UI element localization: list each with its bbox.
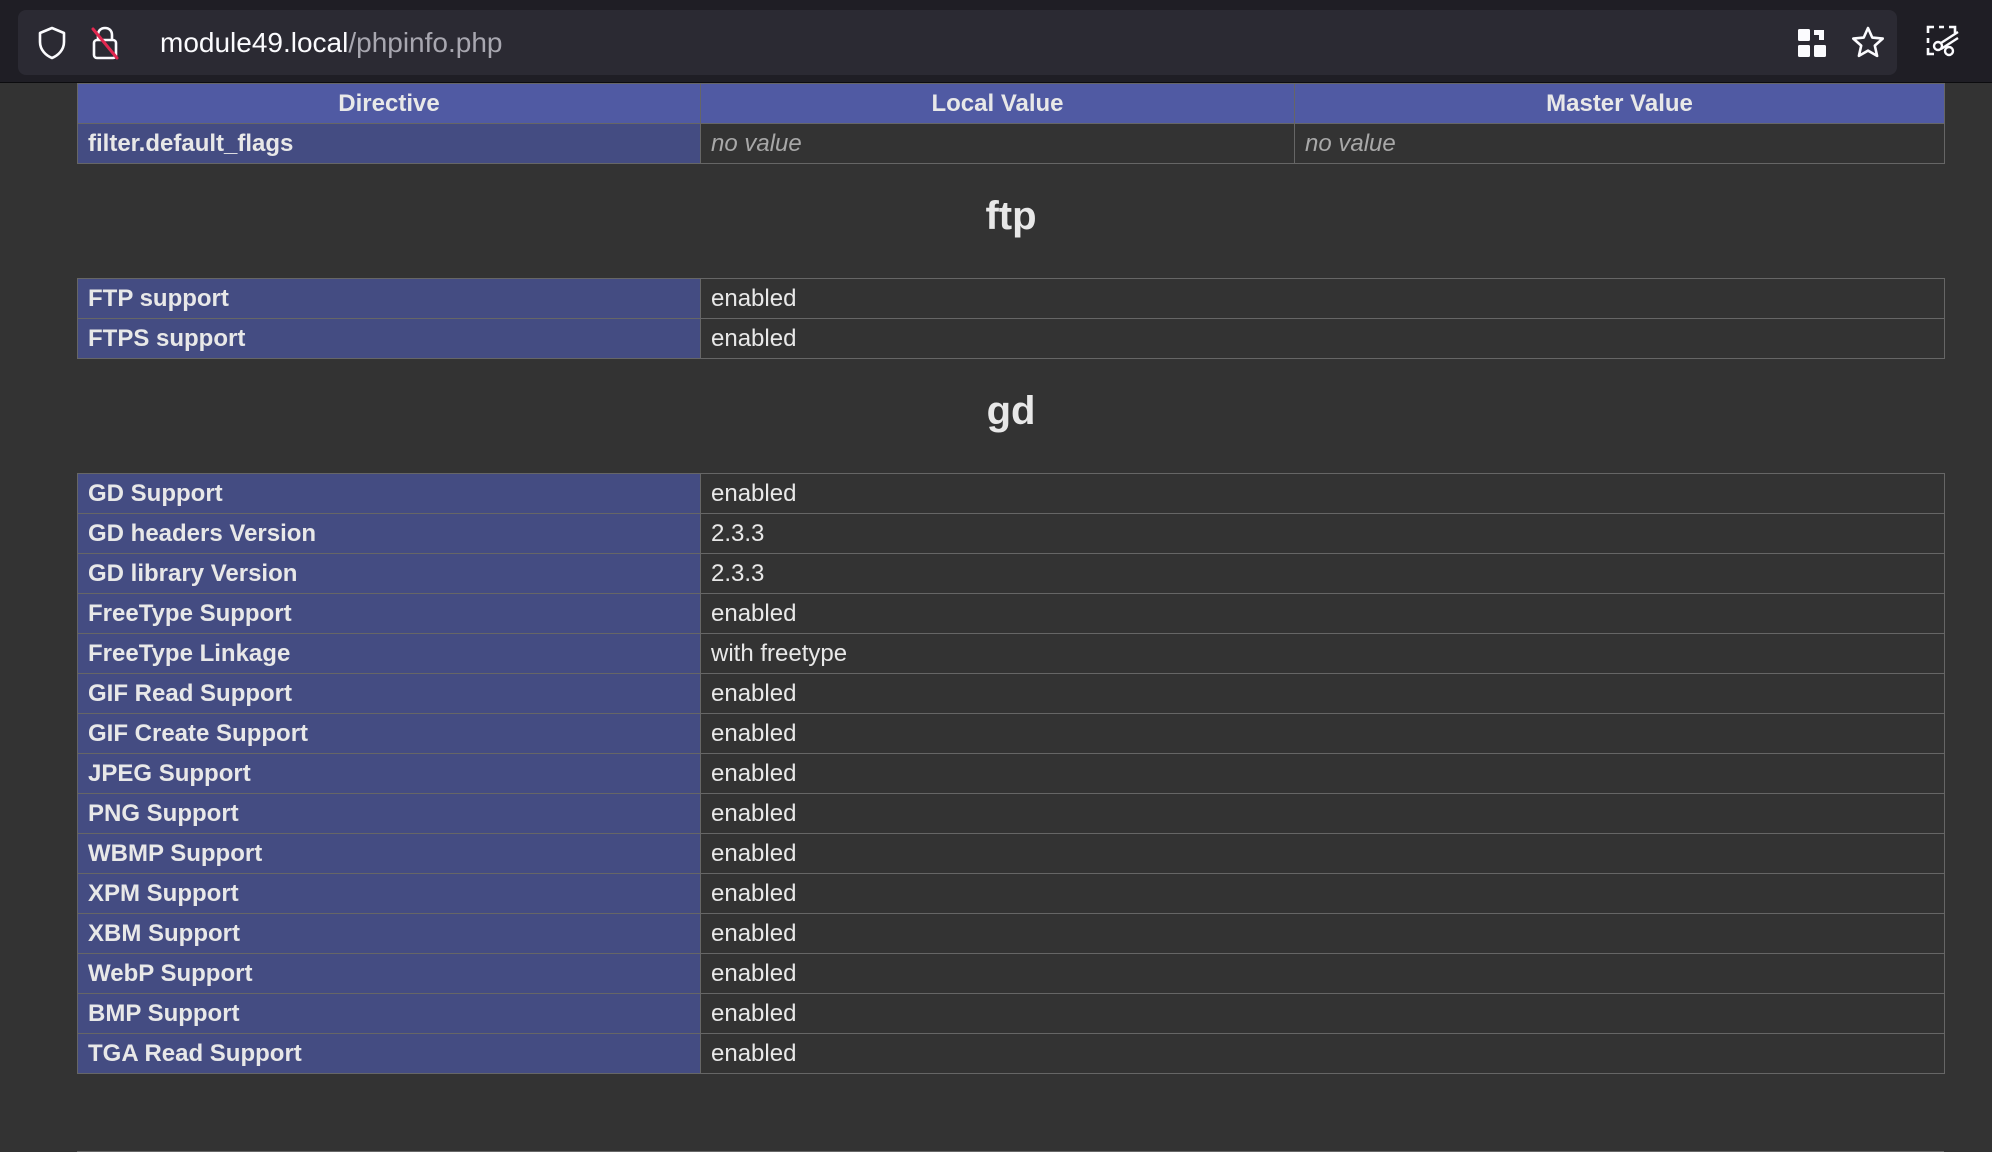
table-row: BMP Support enabled (77, 993, 1945, 1034)
freetype-linkage-label: FreeType Linkage (77, 633, 701, 674)
url-text[interactable]: module49.local/phpinfo.php (160, 10, 502, 75)
directive-name: filter.default_flags (77, 123, 701, 164)
gd-library-version-value: 2.3.3 (700, 553, 1945, 594)
webp-support-label: WebP Support (77, 953, 701, 994)
xbm-support-value: enabled (700, 913, 1945, 954)
table-row: FreeType Linkage with freetype (77, 633, 1945, 674)
png-support-label: PNG Support (77, 793, 701, 834)
column-header-directive: Directive (77, 83, 701, 124)
table-row: XBM Support enabled (77, 913, 1945, 954)
freetype-support-label: FreeType Support (77, 593, 701, 634)
gif-create-support-value: enabled (700, 713, 1945, 754)
section-title-ftp: ftp (985, 194, 1037, 238)
freetype-support-value: enabled (700, 593, 1945, 634)
table-row: FTP support enabled (77, 278, 1945, 319)
table-row: JPEG Support enabled (77, 753, 1945, 794)
gd-headers-version-value: 2.3.3 (700, 513, 1945, 554)
wbmp-support-value: enabled (700, 833, 1945, 874)
column-header-local-value: Local Value (700, 83, 1295, 124)
ftps-support-label: FTPS support (77, 318, 701, 359)
table-row: GD Support enabled (77, 473, 1945, 514)
gif-read-support-value: enabled (700, 673, 1945, 714)
wbmp-support-label: WBMP Support (77, 833, 701, 874)
gd-library-version-label: GD library Version (77, 553, 701, 594)
freetype-linkage-value: with freetype (700, 633, 1945, 674)
qr-code-icon[interactable] (1794, 25, 1830, 61)
ftps-support-value: enabled (700, 318, 1945, 359)
gd-support-value: enabled (700, 473, 1945, 514)
table-header-row: Directive Local Value Master Value (77, 83, 1945, 124)
xpm-support-label: XPM Support (77, 873, 701, 914)
local-value-text: no value (711, 129, 802, 157)
bookmark-star-icon[interactable] (1848, 23, 1888, 63)
section-title-gd: gd (986, 389, 1036, 433)
master-value: no value (1294, 123, 1945, 164)
column-header-master-value: Master Value (1294, 83, 1945, 124)
bmp-support-label: BMP Support (77, 993, 701, 1034)
png-support-value: enabled (700, 793, 1945, 834)
table-row: GIF Create Support enabled (77, 713, 1945, 754)
gd-headers-version-label: GD headers Version (77, 513, 701, 554)
screenshot-icon[interactable] (1923, 22, 1963, 62)
shield-icon[interactable] (34, 25, 70, 61)
jpeg-support-label: JPEG Support (77, 753, 701, 794)
tga-read-support-value: enabled (700, 1033, 1945, 1074)
gd-table: GD Support enabled GD headers Version 2.3.… (77, 473, 1945, 1074)
browser-toolbar: module49.local/phpinfo.php (0, 0, 1992, 83)
page-content: Directive Local Value Master Value filte… (0, 83, 1992, 1152)
table-row: GD headers Version 2.3.3 (77, 513, 1945, 554)
gif-read-support-label: GIF Read Support (77, 673, 701, 714)
url-bar[interactable]: module49.local/phpinfo.php (18, 10, 1897, 75)
table-row: TGA Read Support enabled (77, 1033, 1945, 1074)
jpeg-support-value: enabled (700, 753, 1945, 794)
tga-read-support-label: TGA Read Support (77, 1033, 701, 1074)
table-row: PNG Support enabled (77, 793, 1945, 834)
master-value-text: no value (1305, 129, 1396, 157)
table-row: GIF Read Support enabled (77, 673, 1945, 714)
table-row: filter.default_flags no value no value (77, 123, 1945, 164)
filter-table: Directive Local Value Master Value filte… (77, 83, 1945, 164)
insecure-lock-icon[interactable] (87, 24, 123, 62)
table-row: FTPS support enabled (77, 318, 1945, 359)
gd-support-label: GD Support (77, 473, 701, 514)
bmp-support-value: enabled (700, 993, 1945, 1034)
xpm-support-value: enabled (700, 873, 1945, 914)
table-row: WBMP Support enabled (77, 833, 1945, 874)
table-row: GD library Version 2.3.3 (77, 553, 1945, 594)
table-row: FreeType Support enabled (77, 593, 1945, 634)
ftp-table: FTP support enabled FTPS support enabled (77, 278, 1945, 359)
xbm-support-label: XBM Support (77, 913, 701, 954)
url-path: /phpinfo.php (348, 27, 503, 58)
webp-support-value: enabled (700, 953, 1945, 994)
table-row: XPM Support enabled (77, 873, 1945, 914)
ftp-support-label: FTP support (77, 278, 701, 319)
local-value: no value (700, 123, 1295, 164)
gif-create-support-label: GIF Create Support (77, 713, 701, 754)
url-host: module49.local (160, 27, 349, 58)
ftp-support-value: enabled (700, 278, 1945, 319)
table-row: WebP Support enabled (77, 953, 1945, 994)
